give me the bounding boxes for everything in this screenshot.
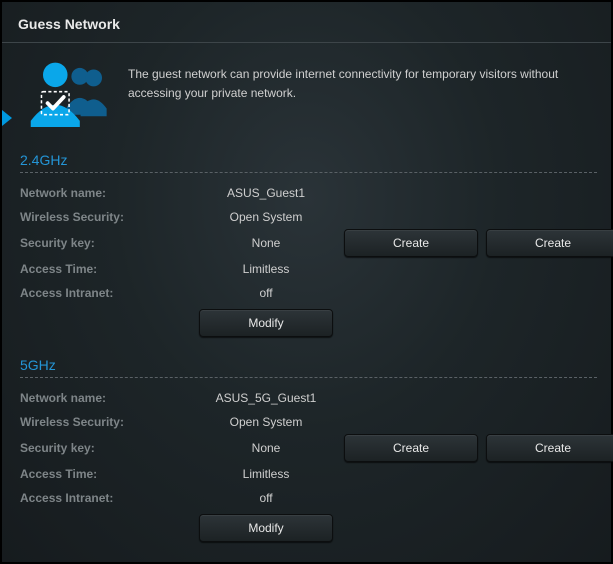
grid-24ghz: Network name: ASUS_Guest1 Wireless Secur…: [20, 181, 597, 343]
label-network-name: Network name:: [20, 181, 188, 205]
value-network-name-24: ASUS_Guest1: [196, 181, 336, 205]
section-24ghz: 2.4GHz Network name: ASUS_Guest1 Wireles…: [20, 152, 597, 343]
label-access-time: Access Time:: [20, 257, 188, 281]
label-security-key: Security key:: [20, 436, 188, 460]
label-wireless-security: Wireless Security:: [20, 205, 188, 229]
create-button-24-slot2[interactable]: Create: [344, 229, 478, 257]
value-network-name-5: ASUS_5G_Guest1: [196, 386, 336, 410]
label-wireless-security: Wireless Security:: [20, 410, 188, 434]
guest-network-page: Guess Network: [0, 0, 613, 564]
spacer: [20, 343, 597, 357]
label-network-name: Network name:: [20, 386, 188, 410]
section-title-5ghz: 5GHz: [20, 357, 597, 373]
label-access-intranet: Access Intranet:: [20, 281, 188, 305]
grid-5ghz: Network name: ASUS_5G_Guest1 Wireless Se…: [20, 386, 597, 548]
section-5ghz: 5GHz Network name: ASUS_5G_Guest1 Wirele…: [20, 357, 597, 548]
intro-text: The guest network can provide internet c…: [128, 59, 597, 103]
value-security-key-5: None: [196, 436, 336, 460]
modify-button-24[interactable]: Modify: [199, 309, 333, 337]
value-security-key-24: None: [196, 231, 336, 255]
divider: [20, 172, 597, 173]
value-access-intranet-5: off: [196, 486, 336, 510]
intro-block: The guest network can provide internet c…: [20, 59, 597, 132]
page-title: Guess Network: [2, 2, 611, 43]
value-wireless-security-5: Open System: [196, 410, 336, 434]
content-area: The guest network can provide internet c…: [2, 43, 611, 556]
value-access-time-24: Limitless: [196, 257, 336, 281]
create-button-24-slot3[interactable]: Create: [486, 229, 613, 257]
value-access-time-5: Limitless: [196, 462, 336, 486]
divider: [20, 377, 597, 378]
guest-users-icon: [20, 59, 112, 132]
label-security-key: Security key:: [20, 231, 188, 255]
value-wireless-security-24: Open System: [196, 205, 336, 229]
modify-button-5[interactable]: Modify: [199, 514, 333, 542]
create-button-5-slot2[interactable]: Create: [344, 434, 478, 462]
create-button-5-slot3[interactable]: Create: [486, 434, 613, 462]
label-access-time: Access Time:: [20, 462, 188, 486]
label-access-intranet: Access Intranet:: [20, 486, 188, 510]
value-access-intranet-24: off: [196, 281, 336, 305]
section-title-24ghz: 2.4GHz: [20, 152, 597, 168]
